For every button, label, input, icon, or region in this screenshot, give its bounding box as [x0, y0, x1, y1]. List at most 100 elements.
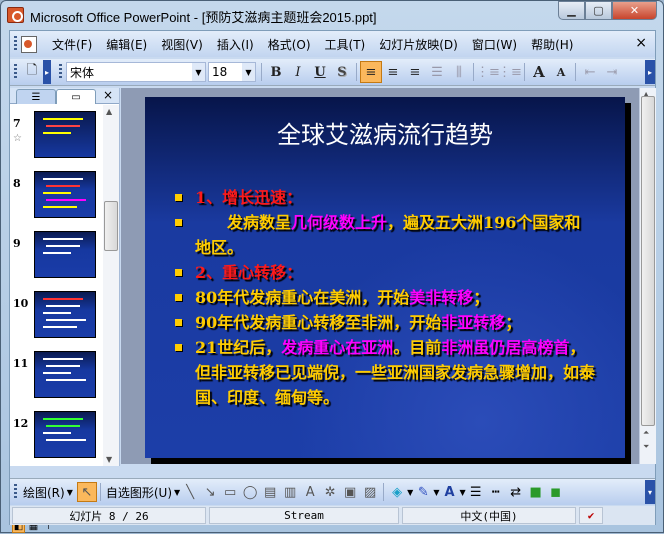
bullet-item[interactable]: 1、增长迅速：: [175, 185, 595, 210]
chevron-down-icon[interactable]: ▼: [242, 63, 255, 81]
arrow-style-icon[interactable]: ⇄: [506, 482, 526, 502]
menu-item[interactable]: 格式(O): [261, 36, 318, 53]
align-left-icon[interactable]: ≡: [360, 61, 382, 83]
thumbnail-image[interactable]: [34, 171, 96, 218]
grip-handle[interactable]: [14, 64, 17, 80]
slide-thumbnail[interactable]: 10: [10, 287, 102, 338]
menu-item[interactable]: 工具(T): [318, 36, 373, 53]
tab-slides[interactable]: ▭: [56, 89, 96, 104]
distribute-icon[interactable]: ☰: [426, 61, 448, 83]
thumbnail-image[interactable]: [34, 291, 96, 338]
line-style-icon[interactable]: ☰: [466, 482, 486, 502]
increase-indent-icon[interactable]: ⇥: [601, 61, 623, 83]
animation-star-icon[interactable]: ☆: [13, 133, 22, 144]
bold-button[interactable]: B: [265, 61, 287, 83]
document-icon[interactable]: [21, 35, 37, 53]
font-select[interactable]: 宋体 ▼: [66, 62, 206, 82]
bullet-item[interactable]: 2、重心转移：: [175, 260, 595, 285]
textbox-icon[interactable]: ▤: [260, 482, 280, 502]
toolbar-options-icon[interactable]: ▸: [645, 60, 655, 84]
close-button[interactable]: ✕: [612, 1, 657, 20]
menu-item[interactable]: 编辑(E): [99, 36, 154, 53]
bullet-item[interactable]: 21世纪后，发病重心在亚洲。目前非洲虽仍居高榜首，但非亚转移已见端倪，一些亚洲国…: [175, 335, 595, 410]
oval-icon[interactable]: ◯: [240, 482, 260, 502]
rectangle-icon[interactable]: ▭: [220, 482, 240, 502]
text-direction-icon[interactable]: ⫼: [448, 61, 470, 83]
pane-close-button[interactable]: ×: [103, 88, 113, 102]
toolbar-options-icon[interactable]: ▸: [43, 60, 51, 84]
increase-font-button[interactable]: A: [528, 61, 550, 83]
scrollbar-thumb[interactable]: [641, 96, 655, 426]
autoshapes-menu[interactable]: 自选图形(U): [104, 484, 174, 501]
thumbnail-image[interactable]: [34, 411, 96, 458]
menu-item[interactable]: 窗口(W): [465, 36, 524, 53]
new-icon[interactable]: 🗋: [21, 61, 43, 83]
line-color-icon[interactable]: ✎: [413, 482, 433, 502]
slide-thumbnail[interactable]: 9: [10, 227, 102, 278]
bullet-item[interactable]: 发病数呈几何级数上升，遍及五大洲196个国家和地区。: [175, 210, 595, 260]
numbering-icon[interactable]: ⋮≡: [476, 61, 500, 83]
close-document-button[interactable]: ×: [635, 35, 647, 51]
font-size-value: 18: [212, 65, 228, 79]
powerpoint-icon[interactable]: [7, 7, 24, 23]
slide-canvas[interactable]: 全球艾滋病流行趋势 1、增长迅速： 发病数呈几何级数上升，遍及五大洲196个国家…: [145, 97, 625, 458]
slide-thumbnail[interactable]: 12: [10, 407, 102, 458]
font-color-icon[interactable]: A: [439, 482, 459, 502]
font-size-select[interactable]: 18 ▼: [208, 62, 256, 82]
toolbar-options-icon[interactable]: ▾: [645, 480, 655, 504]
align-right-icon[interactable]: ≡: [404, 61, 426, 83]
separator: [575, 63, 576, 81]
thumbnail-image[interactable]: [34, 111, 96, 158]
fill-color-icon[interactable]: ◈: [387, 482, 407, 502]
thumbnail-image[interactable]: [34, 231, 96, 278]
align-center-icon[interactable]: ≡: [382, 61, 404, 83]
slide-thumbnail[interactable]: 7 ☆: [10, 107, 102, 158]
grip-handle[interactable]: [14, 36, 17, 52]
clipart-icon[interactable]: ▣: [340, 482, 360, 502]
scroll-down-icon[interactable]: ▼: [106, 455, 112, 464]
slide-title[interactable]: 全球艾滋病流行趋势: [145, 115, 625, 150]
maximize-button[interactable]: ▢: [585, 1, 612, 20]
scroll-up-icon[interactable]: ▲: [106, 107, 112, 116]
shadow-style-icon[interactable]: ■: [526, 482, 546, 502]
picture-icon[interactable]: ▨: [360, 482, 380, 502]
menu-item[interactable]: 插入(I): [210, 36, 261, 53]
chevron-down-icon[interactable]: ▼: [192, 63, 205, 81]
grip-handle[interactable]: [14, 484, 17, 500]
scrollbar-thumb[interactable]: [104, 201, 118, 251]
dash-style-icon[interactable]: ┅: [486, 482, 506, 502]
thumbnail-scrollbar[interactable]: ▲ ▼: [103, 105, 119, 466]
bullet-item[interactable]: 90年代发病重心转移至非洲，开始非亚转移；: [175, 310, 595, 335]
tab-outline[interactable]: ☰: [16, 89, 56, 104]
bullets-icon[interactable]: ⋮≡: [498, 61, 522, 83]
thumbnail-image[interactable]: [34, 351, 96, 398]
menu-item[interactable]: 文件(F): [45, 36, 99, 53]
next-slide-icon[interactable]: ⏷: [643, 442, 649, 452]
menu-item[interactable]: 幻灯片放映(D): [372, 36, 465, 53]
arrow-icon[interactable]: ↘: [200, 482, 220, 502]
menu-item[interactable]: 帮助(H): [524, 36, 580, 53]
italic-button[interactable]: I: [287, 61, 309, 83]
decrease-font-button[interactable]: A: [550, 61, 572, 83]
slide-thumbnail[interactable]: 11: [10, 347, 102, 398]
underline-button[interactable]: U: [309, 61, 331, 83]
draw-menu[interactable]: 绘图(R): [21, 484, 67, 501]
slide-scrollbar[interactable]: ▲ ⏶ ⏷: [639, 88, 656, 464]
minimize-button[interactable]: ▁: [558, 1, 585, 20]
slide-thumbnail[interactable]: 8: [10, 167, 102, 218]
previous-slide-icon[interactable]: ⏶: [643, 428, 649, 438]
select-pointer-icon[interactable]: ↖: [76, 482, 97, 502]
vertical-textbox-icon[interactable]: ▥: [280, 482, 300, 502]
decrease-indent-icon[interactable]: ⇤: [579, 61, 601, 83]
3d-style-icon[interactable]: ◼: [546, 482, 566, 502]
line-icon[interactable]: ╲: [180, 482, 200, 502]
bullet-item[interactable]: 80年代发病重心在美洲，开始美非转移；: [175, 285, 595, 310]
shadow-button[interactable]: S: [331, 61, 353, 83]
bullet-list[interactable]: 1、增长迅速： 发病数呈几何级数上升，遍及五大洲196个国家和地区。 2、重心转移…: [175, 185, 595, 410]
spelling-check-icon[interactable]: ✔: [579, 507, 603, 524]
wordart-icon[interactable]: A: [300, 482, 320, 502]
grip-handle[interactable]: [59, 64, 62, 80]
menu-item[interactable]: 视图(V): [154, 36, 210, 53]
diagram-icon[interactable]: ✲: [320, 482, 340, 502]
slide-number: 9: [13, 237, 21, 250]
